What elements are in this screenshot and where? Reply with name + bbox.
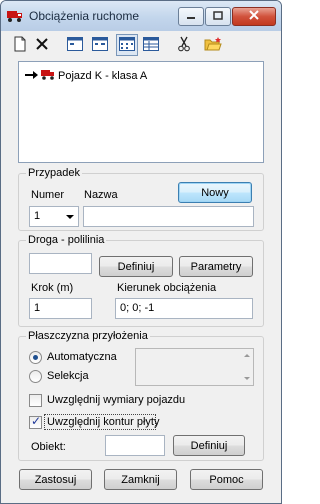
scroll-down-icon[interactable]: [244, 377, 250, 380]
numer-value: 1: [34, 210, 41, 222]
parameters-label: Parametry: [190, 260, 242, 273]
radio-automatic-label[interactable]: Automatyczna: [47, 351, 117, 363]
table-button[interactable]: [140, 34, 162, 56]
checkbox-vehicle-dimensions-label[interactable]: Uwzględnij wymiary pojazdu: [47, 394, 185, 406]
maximize-button[interactable]: [205, 7, 231, 26]
delete-icon: [35, 37, 49, 54]
krok-field[interactable]: 1: [29, 298, 92, 319]
close-icon: [249, 10, 259, 23]
define-road-button[interactable]: Definiuj: [99, 256, 173, 277]
checkbox-plate-contour[interactable]: [29, 414, 42, 429]
help-label: Pomoc: [209, 473, 244, 486]
view3-icon: [119, 36, 135, 54]
scroll-up-icon[interactable]: [244, 354, 250, 357]
polyline-field[interactable]: [29, 253, 92, 274]
tree-item-vehicle[interactable]: Pojazd K - klasa A: [25, 69, 147, 83]
krok-label: Krok (m): [31, 282, 74, 294]
define-object-button[interactable]: Definiuj: [173, 435, 245, 456]
view2-icon: [92, 36, 108, 54]
define-road-label: Definiuj: [117, 260, 155, 273]
truck-icon: [7, 9, 23, 23]
close-dialog-label: Zamknij: [121, 473, 160, 486]
arrow-right-icon: [25, 70, 39, 83]
vehicle-tree[interactable]: Pojazd K - klasa A: [18, 61, 264, 163]
maximize-icon: [213, 10, 223, 23]
plaszczyzna-title: Płaszczyzna przyłożenia: [26, 330, 150, 342]
close-dialog-button[interactable]: Zamknij: [104, 469, 177, 490]
obiekt-label: Obiekt:: [31, 441, 66, 453]
view1-icon: [67, 36, 83, 54]
checkbox-vehicle-dimensions[interactable]: [29, 394, 42, 407]
dialog-window: Obciążenia ruchome Pojazd K - klasa A Pr…: [0, 0, 282, 504]
droga-title: Droga - polilinia: [26, 234, 107, 246]
minimize-icon: [186, 11, 196, 23]
view2-button[interactable]: [89, 34, 111, 56]
kierunek-label: Kierunek obciążenia: [117, 282, 217, 294]
view3-button[interactable]: [116, 34, 138, 56]
title-bar[interactable]: Obciążenia ruchome: [1, 1, 281, 31]
numer-label: Numer: [31, 189, 65, 201]
chevron-down-icon: [66, 215, 74, 219]
delete-button[interactable]: [31, 34, 53, 56]
close-button[interactable]: [232, 7, 276, 26]
apply-button[interactable]: Zastosuj: [19, 469, 92, 490]
radio-selection-label[interactable]: Selekcja: [47, 370, 89, 382]
apply-label: Zastosuj: [34, 473, 77, 486]
kierunek-field[interactable]: 0; 0; -1: [115, 298, 253, 319]
cut-button[interactable]: [173, 34, 195, 56]
window-title: Obciążenia ruchome: [29, 9, 140, 23]
view1-button[interactable]: [64, 34, 86, 56]
radio-selection[interactable]: [29, 370, 42, 383]
selection-list[interactable]: [135, 348, 254, 386]
new-button[interactable]: [9, 34, 31, 56]
folder-icon: [204, 36, 222, 54]
define-object-label: Definiuj: [190, 439, 228, 452]
scissors-icon: [178, 36, 190, 55]
new-case-button[interactable]: Nowy: [178, 182, 252, 203]
open-button[interactable]: [202, 34, 224, 56]
table-icon: [143, 36, 159, 54]
checkbox-plate-contour-label[interactable]: Uwzględnij kontur płyty: [47, 416, 160, 428]
new-case-label: Nowy: [201, 186, 229, 199]
nazwa-field[interactable]: [83, 206, 254, 227]
toolbar: [1, 31, 281, 57]
przypadek-title: Przypadek: [26, 167, 82, 179]
nazwa-label: Nazwa: [84, 189, 118, 201]
new-icon: [13, 36, 27, 55]
numer-combo[interactable]: 1: [29, 206, 79, 227]
help-button[interactable]: Pomoc: [190, 469, 263, 490]
tree-item-label: Pojazd K - klasa A: [58, 70, 148, 82]
minimize-button[interactable]: [178, 7, 204, 26]
obiekt-field[interactable]: [105, 435, 165, 456]
parameters-button[interactable]: Parametry: [179, 256, 253, 277]
truck-icon: [41, 69, 55, 83]
radio-automatic[interactable]: [29, 351, 42, 364]
